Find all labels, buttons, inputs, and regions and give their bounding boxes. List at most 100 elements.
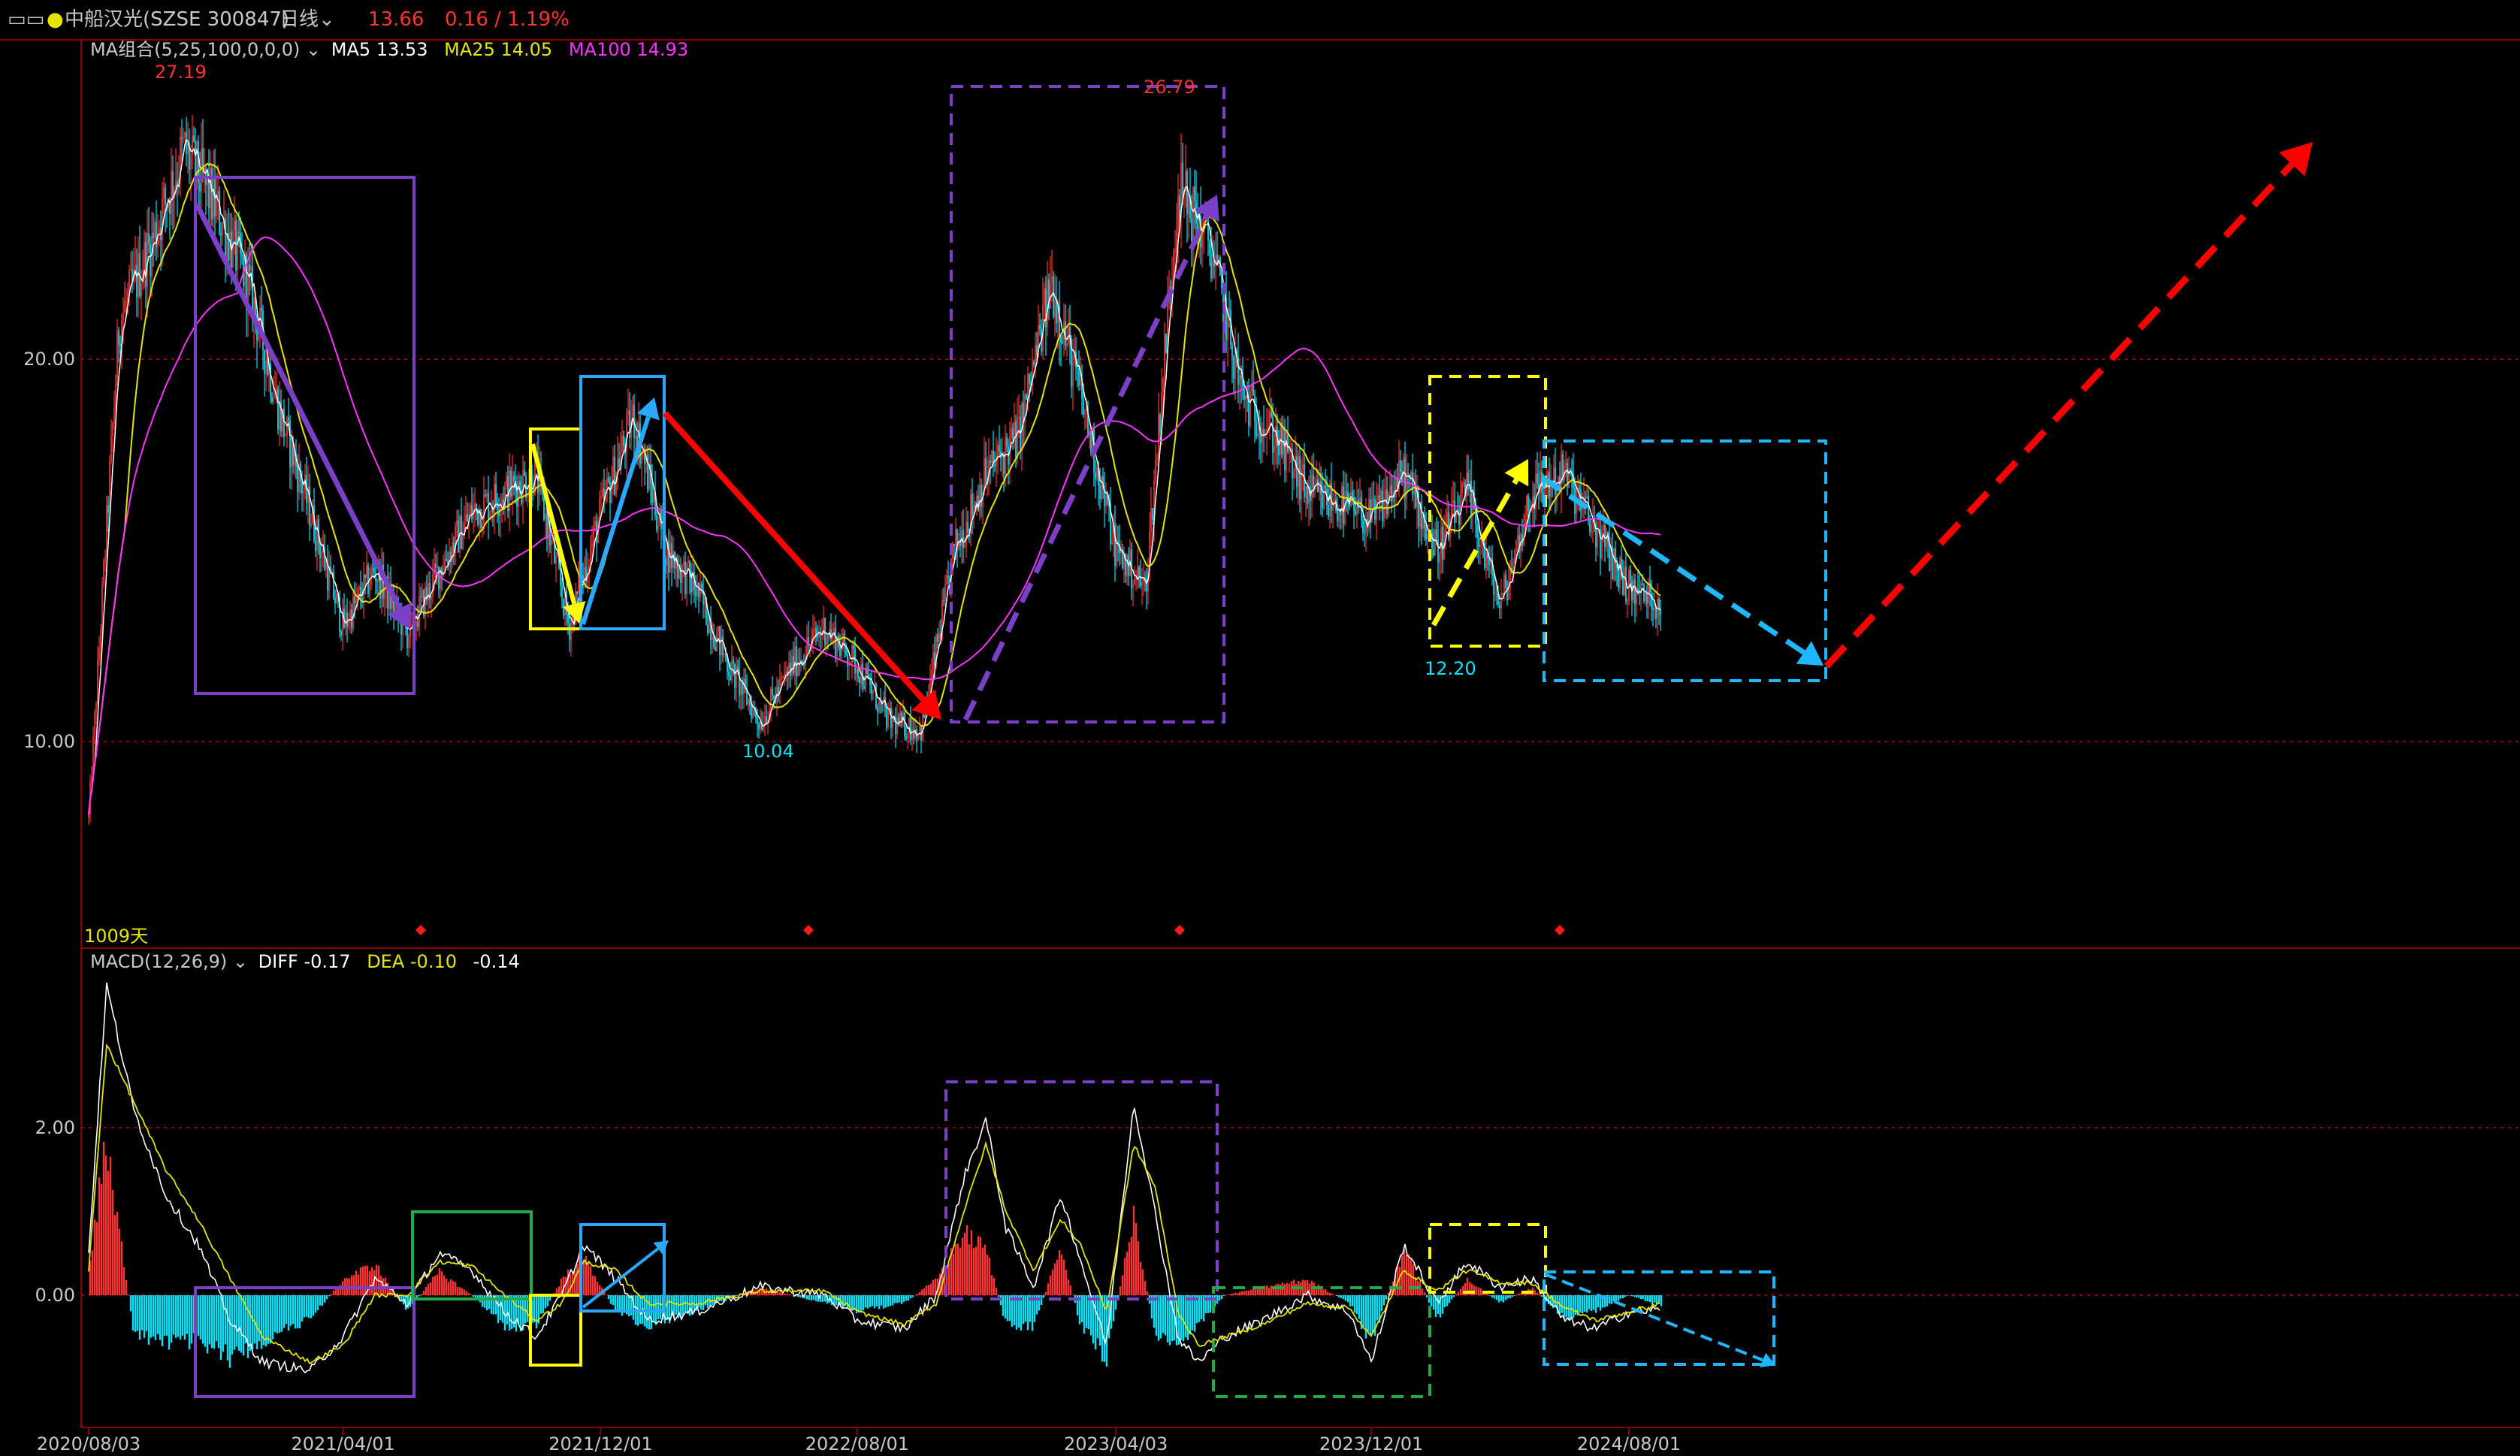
macd-bar	[122, 1267, 125, 1295]
macd-indicator-name[interactable]: MACD(12,26,9)	[90, 951, 227, 972]
macd-bar	[799, 1295, 802, 1297]
macd-bar	[542, 1295, 545, 1314]
macd-bar	[472, 1295, 475, 1297]
ma-indicator-name[interactable]: MA组合(5,25,100,0,0,0)	[90, 39, 300, 60]
event-marker-icon[interactable]	[803, 925, 814, 935]
macd-bar	[235, 1295, 238, 1347]
macd-bar	[129, 1295, 132, 1312]
candle-body	[452, 542, 453, 563]
macd-bar	[1497, 1295, 1500, 1303]
candle-body	[1434, 529, 1436, 556]
macd-bar	[1268, 1287, 1271, 1295]
macd-bar	[986, 1254, 989, 1295]
candle-body	[1072, 355, 1074, 387]
macd-bar	[355, 1270, 358, 1295]
candle-body	[1027, 373, 1029, 400]
candle-body	[1255, 421, 1257, 436]
candle-body	[1413, 489, 1415, 495]
candle-body	[1045, 288, 1047, 328]
candle-body	[1613, 548, 1615, 580]
candle-body	[1014, 421, 1015, 439]
macd-bar	[1085, 1295, 1088, 1328]
macd-bar	[1126, 1252, 1129, 1295]
macd-bar	[292, 1295, 295, 1325]
high2-label: 26.79	[1144, 77, 1195, 98]
x-tick-label: 2021/12/01	[548, 1433, 652, 1454]
candle-body	[1212, 260, 1213, 279]
macd-bar	[1069, 1285, 1072, 1295]
candle-body	[1565, 463, 1567, 466]
candle-body	[366, 565, 367, 578]
macd-bar	[201, 1295, 204, 1344]
candle-body	[600, 496, 602, 498]
candle-body	[1311, 474, 1313, 502]
macd-bar	[208, 1295, 211, 1345]
macd-bar	[319, 1295, 322, 1306]
macd-bar	[1504, 1295, 1507, 1300]
candle-body	[1275, 426, 1277, 447]
candle-body	[606, 477, 608, 489]
candle-body	[1652, 608, 1654, 610]
candle-body	[1337, 510, 1338, 522]
macd-bar	[1340, 1295, 1343, 1298]
macd-bar	[314, 1295, 317, 1313]
candle-body	[250, 266, 252, 271]
candle-body	[1062, 342, 1063, 344]
macd-bar	[204, 1295, 207, 1347]
macd-bar	[1058, 1250, 1061, 1295]
event-marker-icon[interactable]	[1174, 925, 1185, 935]
candle-body	[219, 191, 220, 234]
candle-body	[758, 723, 760, 730]
candle-body	[1642, 583, 1643, 585]
macd-bar	[206, 1295, 209, 1354]
macd-bar	[1459, 1288, 1462, 1295]
macd-bar	[519, 1295, 522, 1332]
macd-bar	[1506, 1295, 1509, 1299]
chevron-down-icon[interactable]: ⌄	[227, 951, 253, 972]
candle-body	[321, 552, 322, 558]
stock-name[interactable]: 中船汉光(SZSE 300847)	[65, 0, 289, 39]
candle-body	[1012, 428, 1014, 439]
macd-bar	[1182, 1295, 1185, 1342]
candle-body	[1322, 494, 1323, 509]
macd-bar	[823, 1295, 826, 1302]
macd-bar	[163, 1295, 166, 1336]
macd-bar	[873, 1295, 876, 1309]
macd-bar	[440, 1271, 443, 1295]
candle-body	[148, 233, 150, 244]
macd-bar	[1288, 1283, 1291, 1295]
candle-body	[932, 652, 934, 670]
macd-bar	[449, 1279, 452, 1295]
macd-bar	[539, 1295, 542, 1314]
candle-body	[510, 470, 512, 497]
candle-body	[274, 393, 276, 398]
macd-bar	[1114, 1295, 1117, 1310]
window-icon[interactable]: ▭▭	[8, 0, 44, 39]
candle-body	[199, 183, 201, 192]
candle-body	[417, 621, 418, 627]
event-marker-icon[interactable]	[1555, 925, 1565, 935]
candle-body	[422, 590, 423, 598]
macd-bar	[1653, 1295, 1656, 1303]
macd-bar	[1502, 1295, 1505, 1303]
macd-bar	[866, 1295, 869, 1309]
candle-body	[470, 505, 471, 514]
candle-body	[871, 684, 872, 694]
macd-bar	[1626, 1295, 1629, 1296]
candle-body	[1316, 479, 1317, 484]
candle-body	[617, 458, 618, 473]
candle-body	[432, 574, 434, 597]
chevron-down-icon[interactable]: ⌄	[300, 39, 326, 60]
event-marker-icon[interactable]	[415, 925, 426, 935]
candle-body	[1526, 495, 1527, 517]
period-selector[interactable]: 日线	[279, 0, 319, 39]
macd-bar	[860, 1295, 863, 1313]
candle-body	[621, 436, 623, 452]
stock-chart[interactable]: 20.00 10.00 2.00 0.00 2020/08/03 2021/04/01 20…	[0, 0, 2520, 1456]
macd-bar	[1022, 1295, 1025, 1325]
annotation-box-cyan-dashed	[1543, 440, 1827, 682]
candle-body	[352, 596, 354, 629]
chevron-down-icon[interactable]: ⌄	[319, 0, 335, 39]
candle-body	[1188, 196, 1189, 215]
candle-body	[899, 712, 901, 726]
